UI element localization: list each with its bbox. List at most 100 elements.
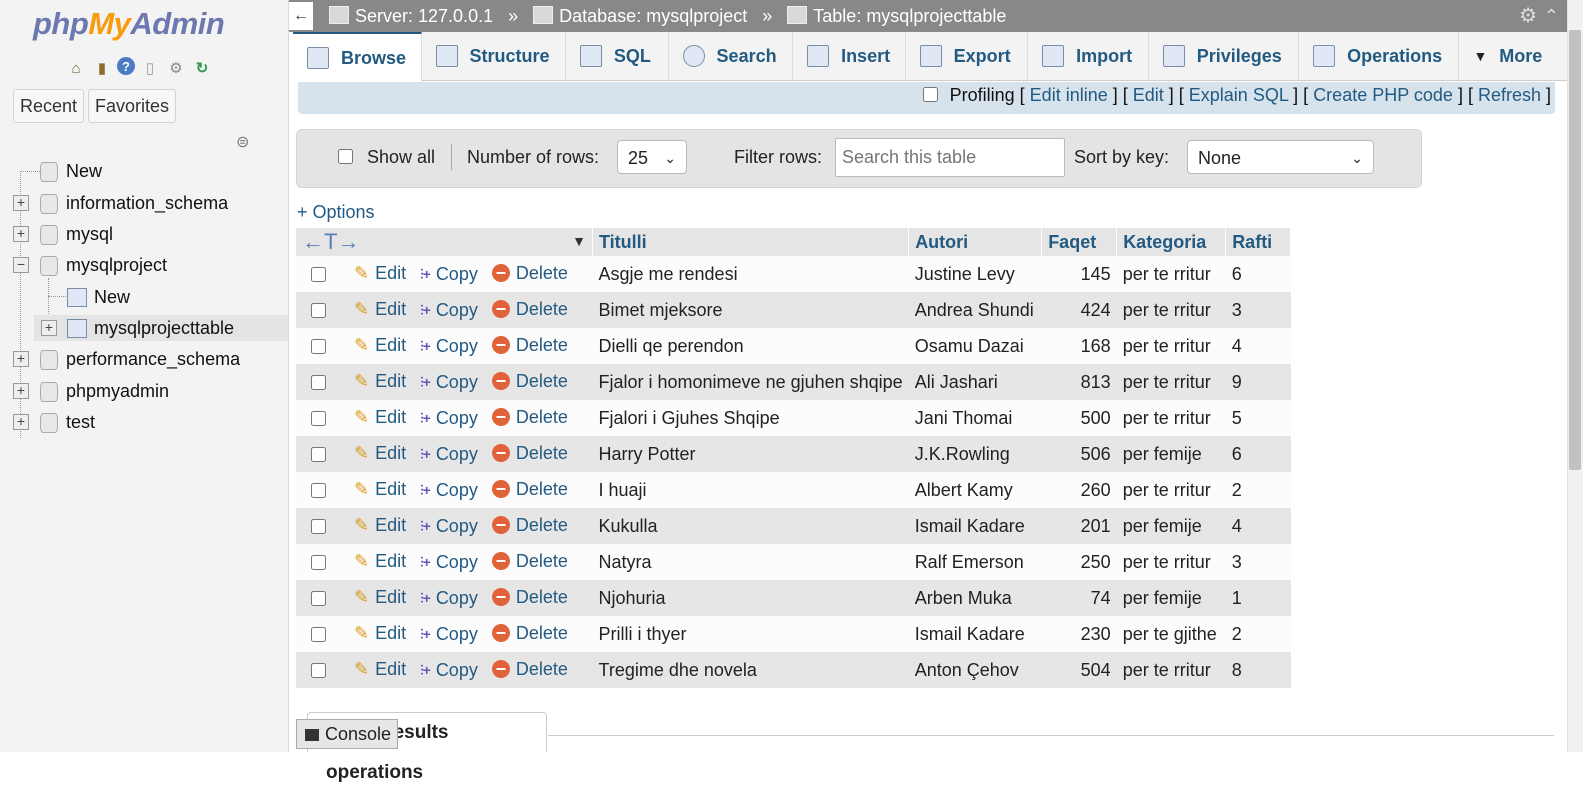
cell-rafti[interactable]: 4 — [1225, 328, 1291, 364]
copy-row-button[interactable]: ⫶+ Copy — [420, 408, 478, 429]
reload-icon[interactable]: ↻ — [191, 57, 213, 79]
collapse-top-icon[interactable]: ⌃ — [1544, 0, 1559, 32]
tab-import[interactable]: Import — [1028, 32, 1149, 80]
cell-autori[interactable]: Osamu Dazai — [908, 328, 1042, 364]
copy-row-button[interactable]: ⫶+ Copy — [420, 480, 478, 501]
refresh-link[interactable]: Refresh — [1478, 85, 1541, 105]
cell-kategoria[interactable]: per femije — [1116, 508, 1226, 544]
delete-row-button[interactable]: − Delete — [491, 371, 568, 392]
edit-row-button[interactable]: ✎ Edit — [354, 335, 406, 356]
recent-tab[interactable]: Recent — [13, 89, 85, 123]
copy-row-button[interactable]: ⫶+ Copy — [420, 372, 478, 393]
copy-row-button[interactable]: ⫶+ Copy — [420, 444, 478, 465]
cell-faqet[interactable]: 145 — [1041, 256, 1117, 292]
settings-gear-icon[interactable]: ⚙ — [1519, 0, 1537, 32]
logout-icon[interactable]: ▮ — [91, 57, 113, 79]
cell-kategoria[interactable]: per te rritur — [1116, 544, 1226, 580]
edit-row-button[interactable]: ✎ Edit — [354, 659, 406, 680]
cell-kategoria[interactable]: per te rritur — [1116, 400, 1226, 436]
cell-faqet[interactable]: 74 — [1041, 580, 1117, 616]
tree-item-mysql[interactable]: + mysql — [0, 221, 288, 247]
tab-more[interactable]: ▼ More — [1459, 32, 1568, 80]
tree-item-performance-schema[interactable]: + performance_schema — [0, 346, 288, 372]
expand-icon[interactable]: + — [13, 351, 29, 367]
expand-icon[interactable]: + — [13, 383, 29, 399]
column-header-autori[interactable]: Autori — [908, 228, 1043, 256]
delete-row-button[interactable]: − Delete — [491, 515, 568, 536]
scrollbar-thumb[interactable] — [1569, 30, 1581, 470]
docs-icon[interactable]: ▯ — [139, 57, 161, 79]
breadcrumb-database[interactable]: Database: mysqlproject — [559, 6, 747, 26]
edit-row-button[interactable]: ✎ Edit — [354, 515, 406, 536]
copy-row-button[interactable]: ⫶+ Copy — [420, 264, 478, 285]
cell-rafti[interactable]: 4 — [1225, 508, 1291, 544]
edit-row-button[interactable]: ✎ Edit — [354, 407, 406, 428]
tree-item-phpmyadmin[interactable]: + phpmyadmin — [0, 378, 288, 404]
edit-row-button[interactable]: ✎ Edit — [354, 479, 406, 500]
cell-autori[interactable]: Andrea Shundi — [908, 292, 1042, 328]
copy-row-button[interactable]: ⫶+ Copy — [420, 336, 478, 357]
cell-rafti[interactable]: 2 — [1225, 472, 1291, 508]
cell-rafti[interactable]: 6 — [1225, 436, 1291, 472]
delete-row-button[interactable]: − Delete — [491, 299, 568, 320]
delete-row-button[interactable]: − Delete — [491, 551, 568, 572]
cell-titulli[interactable]: Harry Potter — [592, 436, 909, 472]
delete-row-button[interactable]: − Delete — [491, 479, 568, 500]
expand-icon[interactable]: + — [13, 226, 29, 242]
sort-by-key-select[interactable]: None ⌄ — [1187, 140, 1374, 174]
tab-insert[interactable]: Insert — [793, 32, 906, 80]
copy-row-button[interactable]: ⫶+ Copy — [420, 588, 478, 609]
cell-kategoria[interactable]: per te rritur — [1116, 292, 1226, 328]
copy-row-button[interactable]: ⫶+ Copy — [420, 300, 478, 321]
tab-privileges[interactable]: Privileges — [1148, 32, 1300, 80]
expand-icon[interactable]: + — [13, 414, 29, 430]
cell-rafti[interactable]: 5 — [1225, 400, 1291, 436]
settings-gear-icon[interactable]: ⚙ — [165, 57, 187, 79]
cell-rafti[interactable]: 3 — [1225, 544, 1291, 580]
edit-row-button[interactable]: ✎ Edit — [354, 551, 406, 572]
delete-row-button[interactable]: − Delete — [491, 587, 568, 608]
copy-row-button[interactable]: ⫶+ Copy — [420, 660, 478, 681]
cell-rafti[interactable]: 6 — [1225, 256, 1291, 292]
cell-kategoria[interactable]: per te rritur — [1116, 472, 1226, 508]
cell-autori[interactable]: Ali Jashari — [908, 364, 1042, 400]
tab-browse[interactable]: Browse — [293, 32, 422, 82]
cell-rafti[interactable]: 9 — [1225, 364, 1291, 400]
cell-titulli[interactable]: Kukulla — [592, 508, 909, 544]
tree-item-new-table[interactable]: New — [0, 284, 288, 310]
cell-titulli[interactable]: Dielli qe perendon — [592, 328, 909, 364]
column-header-rafti[interactable]: Rafti — [1225, 228, 1292, 256]
delete-row-button[interactable]: − Delete — [491, 335, 568, 356]
copy-row-button[interactable]: ⫶+ Copy — [420, 516, 478, 537]
cell-titulli[interactable]: Bimet mjeksore — [592, 292, 909, 328]
cell-titulli[interactable]: I huaji — [592, 472, 909, 508]
expand-icon[interactable]: + — [41, 320, 57, 336]
cell-kategoria[interactable]: per te rritur — [1116, 256, 1226, 292]
link-with-main-icon[interactable]: ⊜ — [236, 132, 249, 152]
cell-titulli[interactable]: Natyra — [592, 544, 909, 580]
options-toggle-link[interactable]: + Options — [297, 202, 375, 223]
column-arrows-header[interactable]: ←T→ ▼ — [296, 228, 593, 256]
breadcrumb-server[interactable]: Server: 127.0.0.1 — [355, 6, 493, 26]
edit-row-button[interactable]: ✎ Edit — [354, 623, 406, 644]
cell-titulli[interactable]: Njohuria — [592, 580, 909, 616]
delete-row-button[interactable]: − Delete — [491, 623, 568, 644]
cell-titulli[interactable]: Tregime dhe novela — [592, 652, 909, 688]
delete-row-button[interactable]: − Delete — [491, 659, 568, 680]
cell-autori[interactable]: Anton Çehov — [908, 652, 1042, 688]
cell-rafti[interactable]: 2 — [1225, 616, 1291, 652]
delete-row-button[interactable]: − Delete — [491, 263, 568, 284]
back-arrow-icon[interactable]: ← — [289, 2, 313, 30]
expand-icon[interactable]: + — [13, 195, 29, 211]
phpmyadmin-logo[interactable]: phpMyAdmin — [33, 6, 225, 42]
cell-autori[interactable]: Ismail Kadare — [908, 508, 1042, 544]
cell-faqet[interactable]: 813 — [1041, 364, 1117, 400]
row-checkbox[interactable] — [310, 627, 326, 643]
edit-inline-link[interactable]: Edit inline — [1030, 85, 1108, 105]
edit-row-button[interactable]: ✎ Edit — [354, 371, 406, 392]
row-checkbox[interactable] — [310, 303, 326, 319]
cell-faqet[interactable]: 506 — [1041, 436, 1117, 472]
cell-autori[interactable]: J.K.Rowling — [908, 436, 1042, 472]
row-checkbox[interactable] — [310, 411, 326, 427]
edit-row-button[interactable]: ✎ Edit — [354, 299, 406, 320]
